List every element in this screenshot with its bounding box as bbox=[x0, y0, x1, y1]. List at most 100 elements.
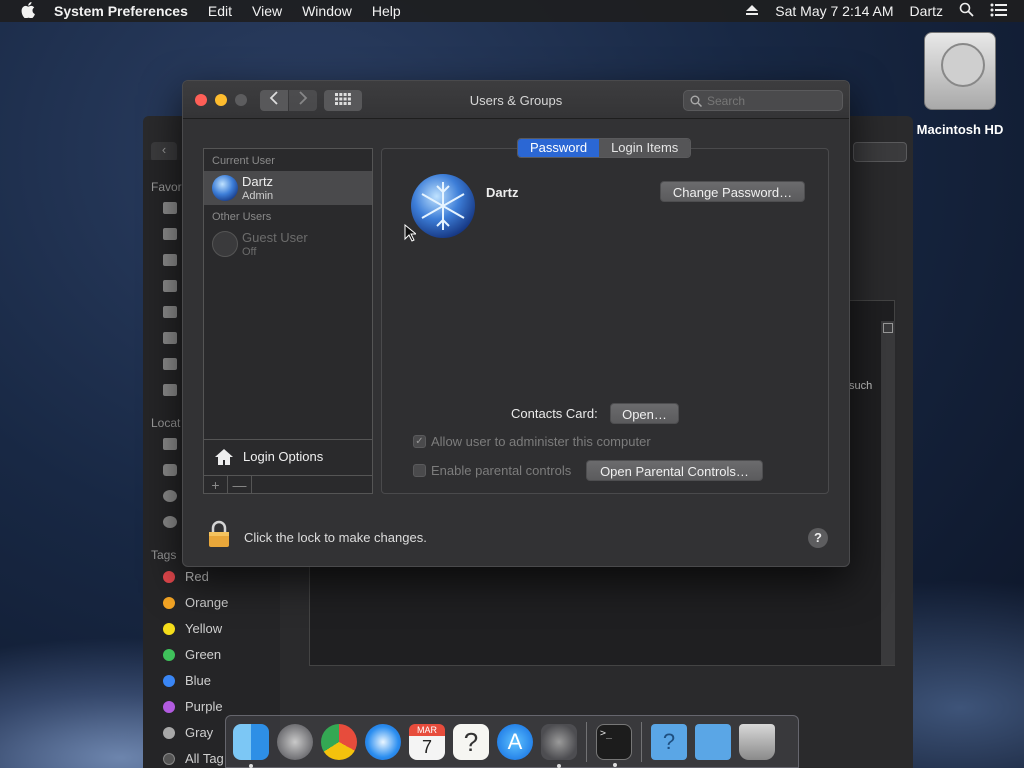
current-user-header: Current User bbox=[212, 155, 275, 167]
collapse-icon[interactable] bbox=[883, 323, 893, 333]
finder-back-button[interactable]: ‹ bbox=[151, 142, 177, 162]
yellow-tag-dot-icon bbox=[163, 622, 175, 635]
system-preferences-icon[interactable] bbox=[541, 723, 577, 768]
user-row-dartz[interactable]: Dartz Admin bbox=[204, 171, 372, 205]
mouse-cursor-icon bbox=[404, 224, 416, 242]
tags-header: Tags bbox=[151, 548, 177, 562]
change-password-button[interactable]: Change Password… bbox=[660, 181, 805, 202]
network-icon[interactable] bbox=[163, 516, 177, 528]
all-tags-icon bbox=[163, 752, 175, 765]
notification-center-icon[interactable] bbox=[990, 3, 1008, 20]
disk-icon[interactable] bbox=[163, 464, 177, 476]
login-options-label: Login Options bbox=[243, 449, 324, 464]
add-user-button[interactable]: + bbox=[204, 476, 228, 494]
dock: MAR 7 ? A >_ ? bbox=[225, 715, 799, 768]
launchpad-icon[interactable] bbox=[277, 723, 313, 760]
home-icon[interactable] bbox=[163, 306, 177, 318]
lock-message: Click the lock to make changes. bbox=[244, 530, 427, 545]
recents-icon[interactable] bbox=[163, 202, 177, 214]
tag-green[interactable]: Green bbox=[163, 647, 221, 662]
spotlight-icon[interactable] bbox=[959, 2, 974, 20]
users-list: Current User Dartz Admin Other Users Gue… bbox=[203, 148, 373, 494]
allow-admin-checkbox[interactable]: ✓ Allow user to administer this computer bbox=[413, 434, 651, 449]
tag-orange[interactable]: Orange bbox=[163, 595, 228, 610]
menu-window[interactable]: Window bbox=[302, 3, 352, 19]
tag-purple[interactable]: Purple bbox=[163, 699, 223, 714]
calendar-icon[interactable]: MAR 7 bbox=[409, 723, 445, 760]
menu-bar: System Preferences Edit View Window Help… bbox=[0, 0, 1024, 22]
login-options-item[interactable]: Login Options bbox=[204, 439, 372, 473]
search-input[interactable] bbox=[707, 93, 837, 108]
apple-menu-icon[interactable] bbox=[18, 1, 38, 21]
macintosh-hd-desktop-item[interactable]: Macintosh HD bbox=[912, 32, 1008, 137]
terminal-icon[interactable]: >_ bbox=[596, 723, 632, 767]
folder-icon[interactable] bbox=[163, 254, 177, 266]
running-indicator bbox=[613, 762, 617, 767]
orange-tag-dot-icon bbox=[163, 596, 175, 609]
favorites-header: Favor bbox=[151, 180, 182, 194]
calendar-day: 7 bbox=[421, 736, 432, 757]
computer-icon[interactable] bbox=[163, 438, 177, 450]
folder-icon[interactable] bbox=[163, 384, 177, 396]
padlock-icon bbox=[209, 520, 229, 547]
red-tag-dot-icon bbox=[163, 570, 175, 583]
finder-search-field[interactable] bbox=[853, 142, 907, 162]
tab-login-items[interactable]: Login Items bbox=[599, 139, 691, 157]
folder-help-icon[interactable]: ? bbox=[651, 723, 687, 760]
green-tag-dot-icon bbox=[163, 648, 175, 661]
downloads-folder-icon[interactable] bbox=[695, 723, 731, 760]
menu-view[interactable]: View bbox=[252, 3, 282, 19]
finder-text-fragment: such bbox=[849, 380, 873, 392]
trash-icon[interactable] bbox=[739, 723, 775, 760]
snowflake-avatar-icon bbox=[212, 175, 238, 201]
tag-gray[interactable]: Gray bbox=[163, 725, 213, 740]
clock[interactable]: Sat May 7 2:14 AM bbox=[775, 3, 893, 19]
tab-password[interactable]: Password bbox=[518, 139, 600, 157]
eject-icon[interactable] bbox=[745, 3, 759, 19]
menu-help[interactable]: Help bbox=[372, 3, 401, 19]
remove-user-button[interactable]: — bbox=[228, 476, 252, 494]
calendar-month: MAR bbox=[409, 723, 445, 736]
locations-header: Locat bbox=[151, 416, 181, 430]
tag-all[interactable]: All Tag bbox=[163, 751, 224, 766]
finder-scrollbar[interactable] bbox=[881, 321, 895, 665]
tag-yellow[interactable]: Yellow bbox=[163, 621, 222, 636]
menu-app-name[interactable]: System Preferences bbox=[54, 3, 188, 19]
folder-icon[interactable] bbox=[163, 358, 177, 370]
safari-icon[interactable] bbox=[365, 723, 401, 760]
tag-blue[interactable]: Blue bbox=[163, 673, 211, 688]
title-bar[interactable]: Users & Groups bbox=[183, 81, 849, 119]
menu-edit[interactable]: Edit bbox=[208, 3, 232, 19]
tag-red[interactable]: Red bbox=[163, 569, 209, 584]
purple-tag-dot-icon bbox=[163, 700, 175, 713]
parental-controls-checkbox[interactable]: Enable parental controls bbox=[413, 463, 571, 478]
tab-bar: Password Login Items bbox=[517, 138, 692, 158]
help-button[interactable]: ? bbox=[808, 528, 828, 548]
lock-button[interactable] bbox=[207, 520, 231, 548]
running-indicator bbox=[557, 763, 561, 768]
detail-user-name: Dartz bbox=[486, 185, 519, 200]
folder-icon[interactable] bbox=[163, 280, 177, 292]
open-parental-controls-button[interactable]: Open Parental Controls… bbox=[586, 460, 763, 481]
allow-admin-label: Allow user to administer this computer bbox=[431, 434, 651, 449]
folder-icon[interactable] bbox=[163, 228, 177, 240]
user-picture[interactable] bbox=[411, 174, 475, 238]
finder-icon[interactable] bbox=[233, 723, 269, 768]
user-role: Admin bbox=[242, 190, 274, 202]
cd-icon[interactable] bbox=[163, 490, 177, 502]
app-store-icon[interactable]: A bbox=[497, 723, 533, 760]
chrome-icon[interactable] bbox=[321, 723, 357, 760]
help-icon[interactable]: ? bbox=[453, 723, 489, 760]
dock-separator bbox=[586, 721, 587, 762]
hard-drive-icon bbox=[924, 32, 996, 110]
open-contacts-button[interactable]: Open… bbox=[610, 403, 679, 424]
user-menu[interactable]: Dartz bbox=[910, 3, 943, 19]
folder-icon[interactable] bbox=[163, 332, 177, 344]
guest-user-status: Off bbox=[242, 246, 257, 258]
dock-separator bbox=[641, 721, 642, 762]
user-row-guest[interactable]: Guest User Off bbox=[204, 227, 372, 261]
terminal-prompt: >_ bbox=[600, 727, 613, 739]
other-users-header: Other Users bbox=[212, 211, 272, 223]
search-icon bbox=[690, 95, 702, 107]
search-field[interactable] bbox=[683, 90, 843, 111]
